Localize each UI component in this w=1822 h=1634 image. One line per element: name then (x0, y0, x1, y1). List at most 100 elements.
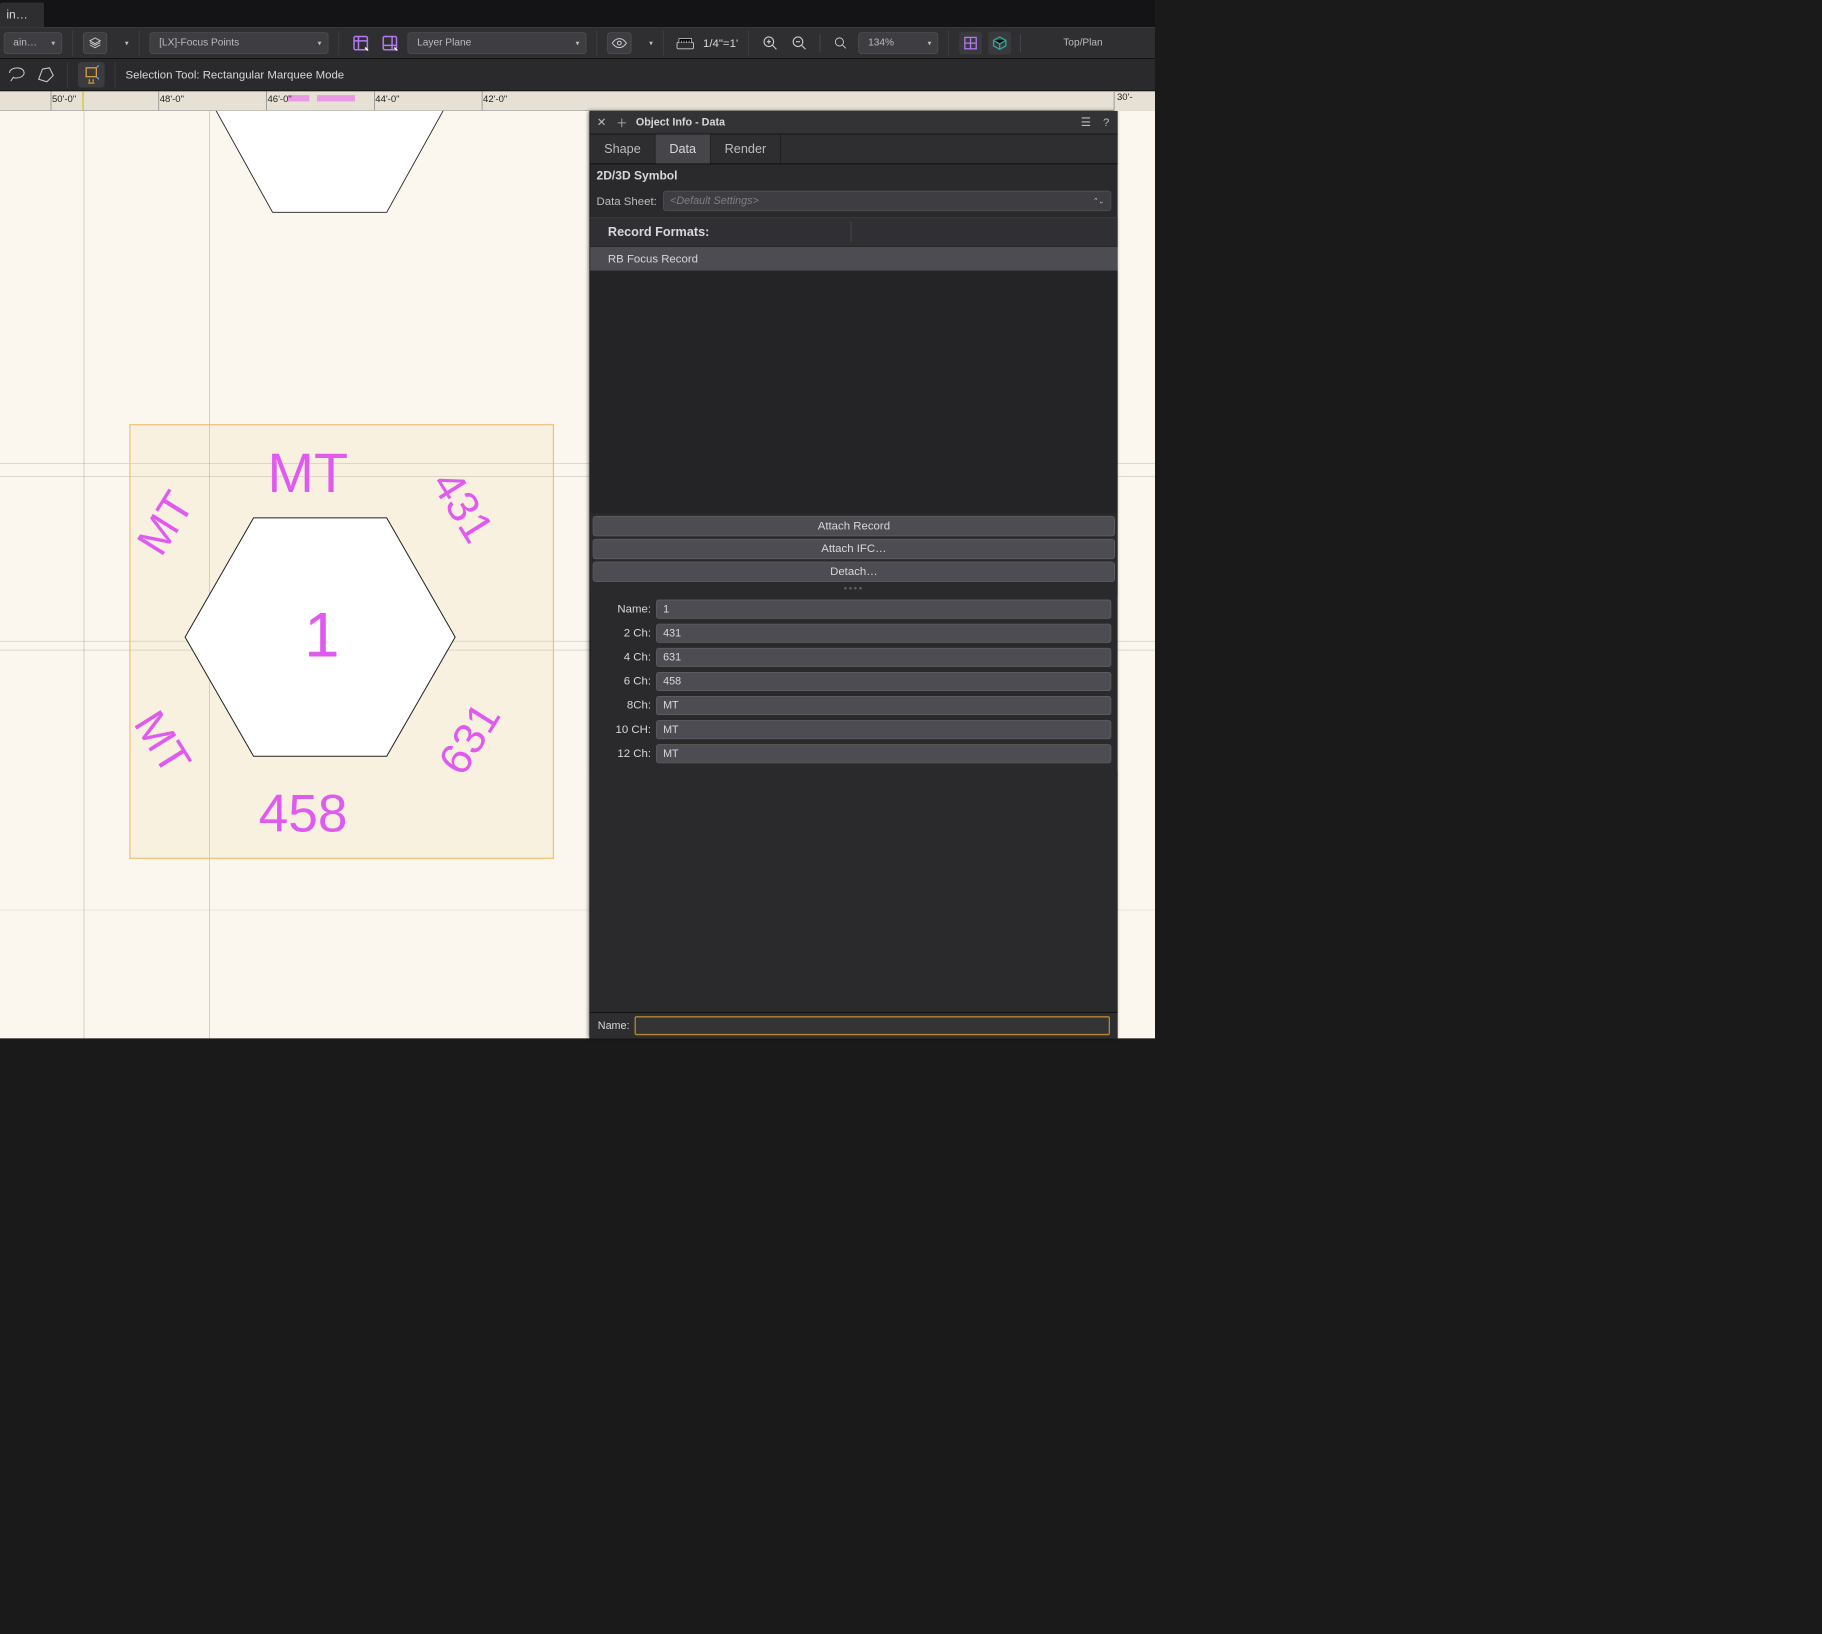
field-input[interactable]: 431 (656, 623, 1111, 642)
chevron-down-icon: ▾ (643, 39, 653, 48)
separator (949, 30, 950, 55)
chevron-updown-icon: ⌃⌄ (1085, 197, 1104, 206)
field-input[interactable]: MT (656, 744, 1111, 763)
column-separator[interactable] (851, 222, 852, 242)
field-label: 4 Ch: (597, 650, 652, 663)
zoom-in-icon[interactable] (759, 32, 782, 55)
zoom-icon[interactable] (829, 32, 852, 55)
record-formats-list-area[interactable] (590, 271, 1117, 513)
chevron-down-icon: ▾ (45, 39, 55, 48)
detach-button[interactable]: Detach… (593, 561, 1115, 581)
resize-gripper[interactable]: •••• (593, 584, 1115, 592)
chevron-down-icon: ▾ (569, 39, 579, 48)
field-row: 8Ch: MT (590, 693, 1117, 717)
data-sheet-dropdown[interactable]: <Default Settings> ⌃⌄ (663, 191, 1111, 211)
tab-render[interactable]: Render (711, 134, 781, 163)
field-value: MT (663, 699, 679, 712)
active-class-label: [LX]-Focus Points (159, 37, 239, 48)
multiview-icon[interactable] (989, 32, 1012, 55)
previous-view-icon[interactable] (349, 32, 372, 55)
name-footer: Name: (590, 1012, 1117, 1038)
field-label: 10 CH: (597, 723, 652, 736)
field-input[interactable]: MT (656, 696, 1111, 715)
saved-views-dropdown[interactable]: ain… ▾ (4, 32, 62, 54)
ruler-tick-label: 44'-0" (375, 94, 399, 105)
field-value: 431 (663, 627, 681, 640)
record-fields: Name: 1 2 Ch: 431 4 Ch: 631 6 Ch: 458 8C… (590, 594, 1117, 770)
visibility-icon-button[interactable] (607, 32, 631, 54)
record-buttons: Attach Record Attach IFC… Detach… •••• (590, 513, 1117, 594)
footer-name-label: Name: (598, 1019, 630, 1032)
field-row: 2 Ch: 431 (590, 621, 1117, 645)
lasso-tool-icon[interactable] (5, 63, 28, 86)
separator (115, 62, 116, 87)
add-icon[interactable]: ＋ (616, 114, 629, 130)
field-row: 6 Ch: 458 (590, 669, 1117, 693)
record-formats-label: Record Formats: (608, 225, 709, 240)
field-input[interactable]: MT (656, 720, 1111, 739)
unified-view-icon[interactable] (959, 32, 982, 55)
separator (339, 30, 340, 55)
symbol-label-bottom: 458 (259, 783, 348, 844)
panel-titlebar[interactable]: ✕ ＋ Object Info - Data ☰ ? (590, 111, 1117, 134)
separator (1020, 34, 1021, 52)
attach-record-button[interactable]: Attach Record (593, 516, 1115, 536)
field-value: MT (663, 747, 679, 760)
zoom-out-icon[interactable] (788, 32, 811, 55)
data-sheet-value: <Default Settings> (670, 195, 759, 208)
active-class-dropdown[interactable]: [LX]-Focus Points ▾ (150, 32, 329, 54)
menu-icon[interactable]: ☰ (1080, 116, 1093, 129)
close-icon[interactable]: ✕ (595, 116, 608, 129)
view-label: Top/Plan (1063, 37, 1102, 48)
attach-ifc-button[interactable]: Attach IFC… (593, 539, 1115, 559)
footer-name-input[interactable] (635, 1016, 1110, 1035)
field-label: Name: (597, 602, 652, 615)
scale-icon[interactable] (674, 32, 697, 55)
field-label: 8Ch: (597, 699, 652, 712)
separator (748, 30, 749, 55)
zoom-level-label: 134% (868, 37, 894, 48)
ruler-cursor-marker (82, 91, 83, 110)
field-input[interactable]: 631 (656, 648, 1111, 667)
help-icon[interactable]: ? (1100, 116, 1113, 129)
ruler-tick-label: 50'-0" (52, 94, 76, 105)
field-value: MT (663, 723, 679, 736)
document-tab-label: in… (6, 8, 27, 22)
symbol-label-top: MT (268, 441, 349, 506)
polygon-tool-icon[interactable] (34, 63, 57, 86)
chevron-down-icon: ▾ (311, 39, 321, 48)
tab-shape[interactable]: Shape (590, 134, 655, 163)
separator (72, 30, 73, 55)
attach-ifc-label: Attach IFC… (821, 542, 886, 555)
drawing-shape (203, 111, 457, 238)
record-format-item[interactable]: RB Focus Record (590, 247, 1117, 272)
layer-plane-dropdown[interactable]: Layer Plane ▾ (408, 32, 587, 54)
view-dropdown[interactable]: Top/Plan (1030, 33, 1134, 53)
layers-icon-button[interactable] (83, 32, 107, 54)
horizontal-ruler[interactable]: 50'-0" 48'-0" 46'-0" 44'-0" 42'-0" (0, 91, 1155, 111)
separator (139, 30, 140, 55)
symbol-center-number: 1 (304, 599, 339, 672)
data-sheet-row: Data Sheet: <Default Settings> ⌃⌄ (590, 188, 1117, 217)
field-row: Name: 1 (590, 597, 1117, 621)
tab-render-label: Render (725, 142, 767, 157)
zoom-level-dropdown[interactable]: 134% ▾ (859, 32, 939, 54)
field-input[interactable]: 1 (656, 599, 1111, 618)
separator (663, 30, 664, 55)
field-label: 2 Ch: (597, 626, 652, 639)
main-area: 1 MT 431 631 458 MT MT ✕ ＋ Object Info -… (0, 111, 1155, 1038)
field-input[interactable]: 458 (656, 672, 1111, 691)
next-view-icon[interactable] (378, 32, 401, 55)
chevron-down-icon: ▾ (119, 39, 129, 48)
visibility-chevron[interactable]: ▾ (638, 33, 653, 53)
field-row: 4 Ch: 631 (590, 645, 1117, 669)
ruler-selection-segment (317, 95, 355, 101)
record-formats-header: Record Formats: (590, 217, 1117, 246)
interactive-scaling-icon[interactable] (78, 62, 105, 87)
document-tab[interactable]: in… (0, 3, 45, 28)
tab-data[interactable]: Data (655, 134, 710, 163)
detach-label: Detach… (830, 565, 878, 578)
ruler-tick-right: 30'- (1114, 92, 1155, 111)
object-type-label: 2D/3D Symbol (590, 164, 1117, 188)
layers-chevron[interactable]: ▾ (113, 33, 128, 53)
